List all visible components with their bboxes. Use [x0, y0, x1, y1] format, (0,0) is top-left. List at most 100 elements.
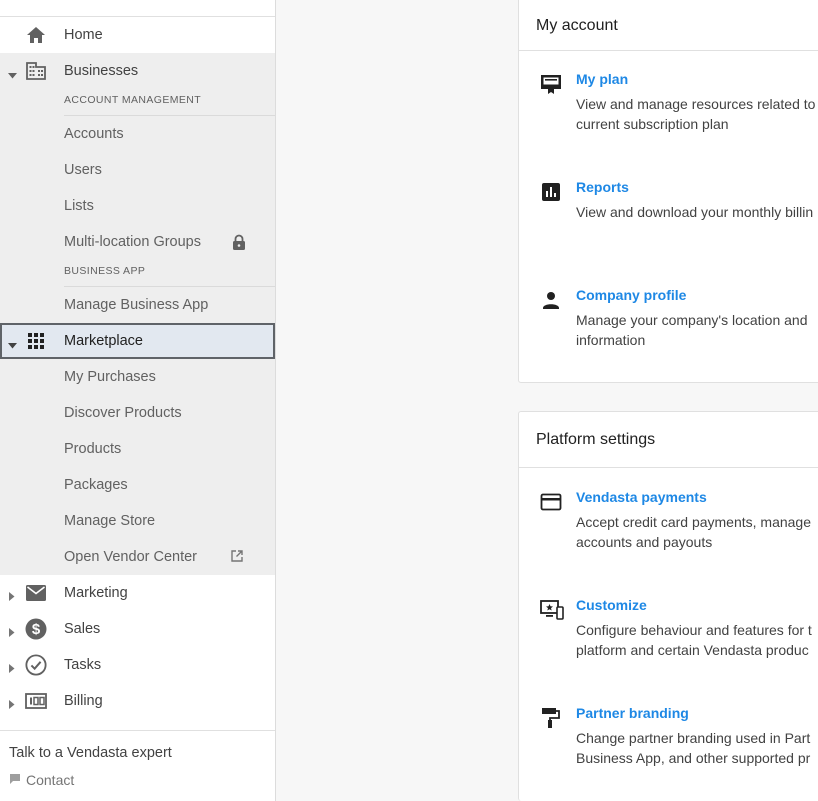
my-plan-link[interactable]: My plan: [576, 71, 628, 87]
building-icon: [25, 60, 47, 82]
sidebar-item-label: Open Vendor Center: [64, 549, 198, 565]
sidebar-item-label: Marketing: [64, 585, 128, 601]
vendasta-payments-link[interactable]: Vendasta payments: [576, 489, 707, 505]
sidebar-item-discover-products[interactable]: Discover Products: [0, 395, 275, 431]
plan-icon: [540, 73, 562, 95]
sidebar-item-accounts[interactable]: Accounts: [0, 116, 275, 152]
caret-right-icon: [9, 625, 17, 637]
description-line: current subscription plan: [576, 116, 729, 132]
sidebar-item-multi-location-groups[interactable]: Multi-location Groups: [0, 224, 275, 260]
platform-settings-card: Platform settings Vendasta payments Acce…: [518, 411, 818, 801]
sidebar: Home Businesses ACCOUNT MANAGEMENT Accou…: [0, 0, 276, 801]
item-description: Configure behaviour and features for t p…: [576, 620, 818, 660]
contact-label: Contact: [26, 772, 75, 788]
sidebar-item-manage-store[interactable]: Manage Store: [0, 503, 275, 539]
description-line: information: [576, 332, 646, 348]
item-description: View and manage resources related to cur…: [576, 94, 818, 134]
description-line: Configure behaviour and features for t: [576, 622, 812, 638]
sidebar-item-label: Home: [64, 27, 103, 43]
section-business-app: BUSINESS APP: [0, 260, 275, 287]
my-account-card: My account My plan View and manage resou…: [518, 0, 818, 383]
company-profile-item[interactable]: Company profile Manage your company's lo…: [519, 287, 818, 350]
sidebar-item-label: Accounts: [64, 126, 124, 142]
customize-icon: [540, 599, 564, 621]
footer-title: Talk to a Vendasta expert: [9, 745, 172, 761]
my-plan-item[interactable]: My plan View and manage resources relate…: [519, 71, 818, 134]
sidebar-item-packages[interactable]: Packages: [0, 467, 275, 503]
description-line: Business App, and other supported pr: [576, 750, 811, 766]
bar-chart-icon: [540, 181, 562, 203]
sidebar-item-marketplace[interactable]: Marketplace: [0, 323, 275, 359]
sidebar-item-label: Multi-location Groups: [64, 234, 201, 250]
home-icon: [25, 24, 47, 46]
sidebar-item-businesses[interactable]: Businesses: [0, 53, 275, 89]
sidebar-item-label: Marketplace: [64, 333, 143, 349]
open-in-new-icon: [231, 550, 247, 566]
sidebar-item-my-purchases[interactable]: My Purchases: [0, 359, 275, 395]
sidebar-item-open-vendor-center[interactable]: Open Vendor Center: [0, 539, 275, 575]
dollar-icon: $: [25, 618, 47, 640]
sidebar-item-users[interactable]: Users: [0, 152, 275, 188]
sidebar-item-label: My Purchases: [64, 369, 156, 385]
billing-icon: [25, 690, 47, 712]
description-line: View and download your monthly billin: [576, 204, 814, 220]
caret-right-icon: [9, 697, 17, 709]
description-line: Manage your company's location and: [576, 312, 808, 328]
customize-link[interactable]: Customize: [576, 597, 647, 613]
caret-down-icon: [8, 337, 17, 349]
company-profile-link[interactable]: Company profile: [576, 287, 686, 303]
description-line: Accept credit card payments, manage: [576, 514, 812, 530]
sidebar-item-sales[interactable]: $ Sales: [0, 611, 275, 647]
description-line: accounts and payouts: [576, 534, 713, 550]
item-description: Manage your company's location and infor…: [576, 310, 818, 350]
card-title: Platform settings: [519, 412, 818, 468]
vendasta-payments-item[interactable]: Vendasta payments Accept credit card pay…: [519, 489, 818, 552]
sidebar-item-home[interactable]: Home: [0, 17, 275, 53]
sidebar-item-label: Billing: [64, 693, 103, 709]
sidebar-item-label: Discover Products: [64, 405, 182, 421]
partner-branding-link[interactable]: Partner branding: [576, 705, 689, 721]
sidebar-item-marketing[interactable]: Marketing: [0, 575, 275, 611]
sidebar-item-label: Manage Store: [64, 513, 156, 529]
svg-text:$: $: [32, 621, 41, 638]
partner-branding-item[interactable]: Partner branding Change partner branding…: [519, 705, 818, 768]
caret-right-icon: [9, 589, 17, 601]
sidebar-item-tasks[interactable]: Tasks: [0, 647, 275, 683]
sidebar-item-label: Businesses: [64, 63, 139, 79]
credit-card-icon: [540, 491, 562, 513]
sidebar-item-lists[interactable]: Lists: [0, 188, 275, 224]
section-label: ACCOUNT MANAGEMENT: [64, 94, 202, 106]
mail-icon: [25, 582, 47, 604]
caret-down-icon: [8, 67, 17, 79]
sidebar-item-label: Manage Business App: [64, 297, 209, 313]
sidebar-item-billing[interactable]: Billing: [0, 683, 275, 719]
contact-link[interactable]: Contact: [9, 772, 74, 788]
description-line: View and manage resources related to: [576, 96, 816, 112]
check-circle-icon: [25, 654, 47, 676]
section-account-management: ACCOUNT MANAGEMENT: [0, 89, 275, 116]
sidebar-item-label: Sales: [64, 621, 101, 637]
sidebar-item-label: Lists: [64, 198, 94, 214]
sidebar-footer: Talk to a Vendasta expert Contact: [0, 730, 275, 801]
apps-grid-icon: [25, 330, 47, 352]
section-label: BUSINESS APP: [64, 265, 146, 277]
chat-icon: [9, 772, 21, 788]
reports-item[interactable]: Reports View and download your monthly b…: [519, 179, 818, 239]
sidebar-item-label: Products: [64, 441, 122, 457]
lock-icon: [231, 234, 247, 250]
item-description: Change partner branding used in Part Bus…: [576, 728, 818, 768]
sidebar-item-products[interactable]: Products: [0, 431, 275, 467]
customize-item[interactable]: Customize Configure behaviour and featur…: [519, 597, 818, 660]
reports-link[interactable]: Reports: [576, 179, 629, 195]
item-description: View and download your monthly billin: [576, 202, 818, 222]
paint-roller-icon: [540, 707, 562, 729]
sidebar-item-label: Tasks: [64, 657, 102, 673]
sidebar-item-label: Packages: [64, 477, 128, 493]
sidebar-item-label: Users: [64, 162, 102, 178]
description-line: Change partner branding used in Part: [576, 730, 811, 746]
caret-right-icon: [9, 661, 17, 673]
sidebar-item-manage-business-app[interactable]: Manage Business App: [0, 287, 275, 323]
person-icon: [540, 289, 562, 311]
item-description: Accept credit card payments, manage acco…: [576, 512, 818, 552]
description-line: platform and certain Vendasta produc: [576, 642, 809, 658]
